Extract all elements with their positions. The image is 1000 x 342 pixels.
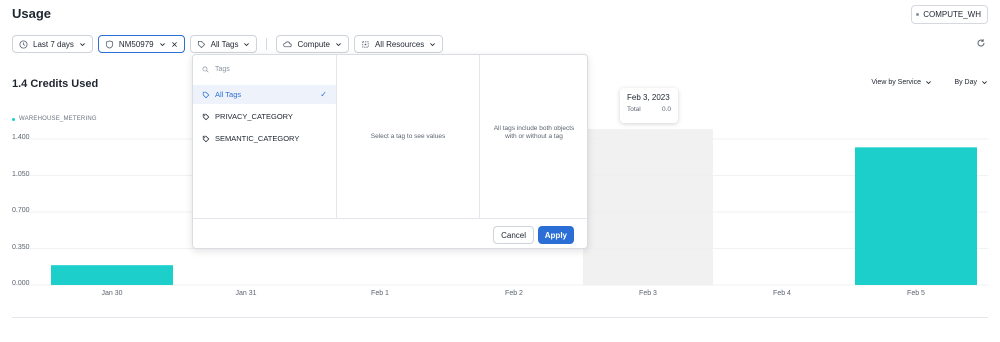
tag-info-text: All tags include both objects with or wi… [493,125,575,141]
tooltip-row-value: 0.0 [661,106,671,113]
tag-shield-icon [202,113,210,120]
y-tick-label: 1.050 [12,170,30,178]
chart-bar[interactable] [51,265,173,285]
tag-shield-icon [202,135,210,142]
tag-search-placeholder: Tags [215,66,230,73]
tag-option-privacy-category[interactable]: PRIVACY_CATEGORY [193,107,336,126]
x-tick-label: Feb 2 [505,290,523,297]
search-icon [202,66,209,73]
y-tick-label: 0.350 [12,243,30,251]
tag-option-label: All Tags [215,90,242,99]
tag-option-semantic-category[interactable]: SEMANTIC_CATEGORY [193,129,336,148]
dropdown-footer: Cancel Apply [193,218,587,249]
tag-values-column: Select a tag to see values [337,55,480,218]
x-tick-label: Feb 1 [371,290,389,297]
y-tick-label: 1.400 [12,134,30,141]
tags-dropdown-panel: Tags All Tags ✓ PRIVACY_CATEGORY SEMANTI… [192,54,588,249]
check-icon: ✓ [320,90,327,99]
tag-icon [202,91,210,98]
chart-tooltip: Feb 3, 2023 Total 0.0 [620,88,678,123]
y-tick-label: 0.000 [12,280,30,287]
tag-list-column: Tags All Tags ✓ PRIVACY_CATEGORY SEMANTI… [193,55,337,218]
tag-option-label: SEMANTIC_CATEGORY [215,134,300,143]
tag-search-input[interactable]: Tags [202,66,230,73]
highlight-band [583,129,713,285]
x-tick-label: Feb 3 [639,290,657,297]
tag-option-label: PRIVACY_CATEGORY [215,112,293,121]
cancel-button[interactable]: Cancel [493,226,534,244]
chart-bar[interactable] [855,147,977,285]
x-tick-label: Jan 31 [235,290,257,297]
x-tick-label: Feb 4 [773,290,791,297]
tag-info-column: All tags include both objects with or wi… [480,55,588,218]
values-hint: Select a tag to see values [370,133,446,140]
x-tick-label: Jan 30 [101,290,123,297]
tag-option-all-tags[interactable]: All Tags ✓ [193,85,336,104]
section-divider [12,317,988,318]
tooltip-title: Feb 3, 2023 [627,93,670,102]
y-tick-label: 0.700 [12,207,30,214]
x-tick-label: Feb 5 [907,290,925,297]
tooltip-row-label: Total [627,106,641,113]
apply-button[interactable]: Apply [537,226,574,244]
